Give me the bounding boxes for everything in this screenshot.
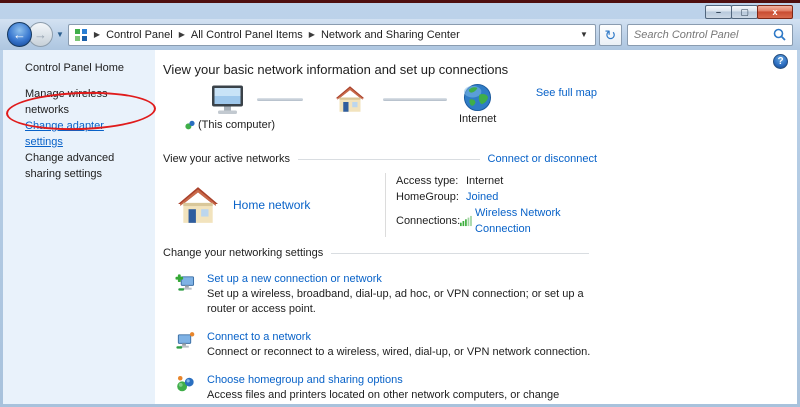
network-map: Internet (This computer) See full map <box>163 81 597 145</box>
see-full-map-link[interactable]: See full map <box>536 87 597 99</box>
search-icon[interactable] <box>773 28 786 41</box>
maximize-button[interactable]: ▢ <box>731 5 758 19</box>
navigation-bar: ← → ▼ ▶ Control Panel ▶ All Control Pane… <box>0 19 800 50</box>
wireless-connection-link[interactable]: Wireless Network Connection <box>475 205 597 237</box>
sidebar-item-manage-wireless-networks[interactable]: Manage wireless networks <box>25 86 143 118</box>
sidebar-item-change-advanced-sharing[interactable]: Change advanced sharing settings <box>25 150 143 182</box>
breadcrumb-separator-icon[interactable]: ▶ <box>176 30 188 39</box>
computer-icon[interactable] <box>209 85 247 115</box>
detail-row-access-type: Access type: Internet <box>396 173 597 189</box>
map-connector-line <box>383 98 447 101</box>
breadcrumb-item-network-sharing[interactable]: Network and Sharing Center <box>321 29 460 41</box>
network-details: Access type: Internet HomeGroup: Joined … <box>385 173 597 237</box>
breadcrumb[interactable]: ▶ Control Panel ▶ All Control Panel Item… <box>68 24 596 46</box>
detail-label: Connections: <box>396 213 460 229</box>
network-sharing-center-window: – ▢ x ← → ▼ ▶ Control Panel ▶ All Contro… <box>0 0 800 407</box>
active-network-panel: Home network Access type: Internet HomeG… <box>177 173 597 237</box>
new-connection-icon <box>175 272 195 292</box>
connect-or-disconnect-link[interactable]: Connect or disconnect <box>488 153 597 165</box>
homegroup-icon <box>175 373 195 393</box>
access-type-value: Internet <box>466 173 503 189</box>
help-icon[interactable]: ? <box>773 54 788 69</box>
back-button[interactable]: ← <box>7 22 32 47</box>
setting-item-homegroup[interactable]: Choose homegroup and sharing options Acc… <box>175 373 597 404</box>
minimize-button[interactable]: – <box>705 5 732 19</box>
home-network-icon[interactable] <box>335 85 365 113</box>
setting-link[interactable]: Connect to a network <box>207 331 311 343</box>
breadcrumb-item-all-items[interactable]: All Control Panel Items <box>191 29 303 41</box>
internet-globe-icon[interactable] <box>463 83 492 112</box>
map-connector-line <box>257 98 303 101</box>
setting-link[interactable]: Choose homegroup and sharing options <box>207 374 403 386</box>
refresh-button[interactable]: ↻ <box>599 24 622 46</box>
wireless-signal-icon <box>460 215 472 227</box>
title-bar[interactable]: – ▢ x <box>0 3 800 19</box>
homegroup-joined-link[interactable]: Joined <box>466 189 498 205</box>
detail-label: Access type: <box>396 173 466 189</box>
networking-settings-section: Change your networking settings <box>163 247 597 404</box>
home-network-link[interactable]: Home network <box>233 198 310 212</box>
history-dropdown-icon[interactable]: ▼ <box>53 30 68 39</box>
homegroup-small-icon <box>185 120 195 130</box>
connect-network-icon <box>175 330 195 350</box>
setting-item-connect-network[interactable]: Connect to a network Connect or reconnec… <box>175 330 597 360</box>
settings-title: Change your networking settings <box>163 247 323 259</box>
setting-link[interactable]: Set up a new connection or network <box>207 273 382 285</box>
control-panel-icon <box>74 28 88 42</box>
divider <box>331 253 589 254</box>
breadcrumb-separator-icon[interactable]: ▶ <box>306 30 318 39</box>
sidebar-item-control-panel-home[interactable]: Control Panel Home <box>25 60 155 76</box>
internet-label: Internet <box>459 113 496 125</box>
detail-row-homegroup: HomeGroup: Joined <box>396 189 597 205</box>
main-pane: ? View your basic network information an… <box>155 50 797 404</box>
close-button[interactable]: x <box>757 5 793 19</box>
breadcrumb-separator-icon: ▶ <box>91 30 103 39</box>
settings-header: Change your networking settings <box>163 247 597 259</box>
detail-label: HomeGroup: <box>396 189 466 205</box>
setting-description: Access files and printers located on oth… <box>207 388 597 404</box>
detail-row-connections: Connections: Wireless Network Connection <box>396 205 597 237</box>
window-content: Control Panel Home Manage wireless netwo… <box>3 50 797 404</box>
divider <box>298 159 480 160</box>
active-networks-header: View your active networks Connect or dis… <box>163 153 597 165</box>
this-computer-label: (This computer) <box>198 119 275 131</box>
setting-description: Set up a wireless, broadband, dial-up, a… <box>207 287 597 317</box>
address-dropdown-icon[interactable]: ▼ <box>580 30 590 39</box>
search-input[interactable]: Search Control Panel <box>634 29 773 41</box>
setting-item-new-connection[interactable]: Set up a new connection or network Set u… <box>175 272 597 317</box>
search-box[interactable]: Search Control Panel <box>627 24 793 46</box>
sidebar-item-change-adapter-settings[interactable]: Change adapter settings <box>25 118 143 150</box>
home-network-large-icon[interactable] <box>177 186 219 224</box>
breadcrumb-item-control-panel[interactable]: Control Panel <box>106 29 173 41</box>
sidebar: Control Panel Home Manage wireless netwo… <box>3 50 155 404</box>
window-controls: – ▢ x <box>706 5 793 19</box>
page-title: View your basic network information and … <box>163 62 597 77</box>
active-networks-title: View your active networks <box>163 153 290 165</box>
setting-description: Connect or reconnect to a wireless, wire… <box>207 345 590 360</box>
